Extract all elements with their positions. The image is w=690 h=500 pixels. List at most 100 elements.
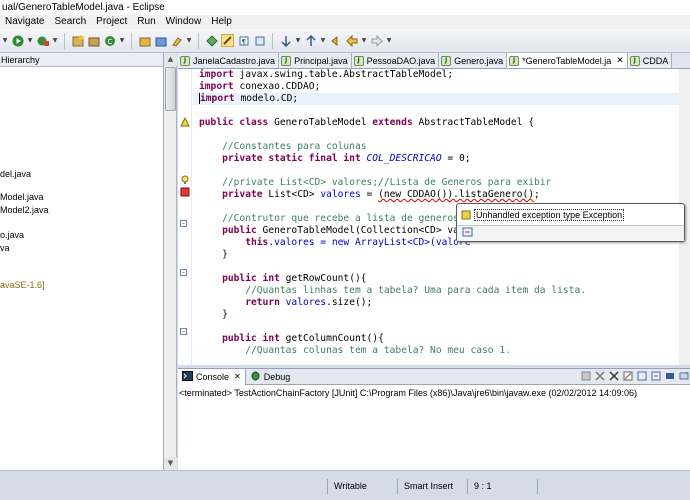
package-explorer-panel: Hierarchy del.java Model.java Model2.jav…: [0, 53, 164, 470]
display-console-icon[interactable]: [664, 370, 676, 382]
editor-gutter: – – –: [178, 69, 192, 365]
console-toolbar: [580, 370, 690, 382]
window-title: ual/GeneroTableModel.java - Eclipse: [0, 0, 690, 15]
fold-toggle-icon[interactable]: –: [180, 328, 187, 335]
menu-run[interactable]: Run: [132, 15, 160, 29]
run-icon[interactable]: [11, 34, 24, 47]
console-icon: [182, 370, 193, 383]
main-toolbar: ▼ ▼ ▼ C ▼ ▼ ¶ ▼ ▼ ▼ ▼: [0, 29, 690, 53]
tree-item[interactable]: o.java: [0, 230, 24, 240]
tab-pessoa-dao[interactable]: J PessoaDAO.java: [351, 53, 440, 68]
tab-console[interactable]: Console ✕: [178, 368, 246, 385]
new-class-icon[interactable]: C: [103, 34, 116, 47]
external-tools-dropdown-icon[interactable]: ▼: [52, 37, 58, 44]
scroll-lock-icon[interactable]: [636, 370, 648, 382]
tab-debug[interactable]: Debug: [246, 369, 295, 385]
tab-genero-table-model[interactable]: J *GeneroTableModel.ja ✕: [507, 53, 628, 68]
console-view: Console ✕ Debug <terminated> TestActionC…: [178, 368, 690, 470]
toolbar-separator: [64, 32, 65, 49]
quickfix-bulb-icon[interactable]: [180, 175, 190, 185]
left-vertical-scrollbar[interactable]: ▲ ▼: [164, 53, 177, 470]
java-file-icon: J: [629, 55, 640, 66]
toolbar-separator: [272, 32, 273, 49]
tab-cddao[interactable]: J CDDA: [627, 53, 673, 68]
next-annotation-icon[interactable]: [279, 34, 292, 47]
jre-library-item[interactable]: avaSE-1.6]: [0, 280, 45, 290]
search-dropdown-icon[interactable]: ▼: [186, 37, 192, 44]
status-bar: Writable Smart Insert 9 : 1: [0, 470, 690, 500]
insert-mode-status: Smart Insert: [397, 479, 467, 494]
status-empty-segment: [537, 479, 690, 494]
quick-fix-actions: [457, 225, 684, 241]
hierarchy-tab[interactable]: Hierarchy: [0, 53, 163, 67]
toolbar-separator: [131, 32, 132, 49]
show-whitespace-icon[interactable]: ¶: [237, 34, 250, 47]
next-annotation-dropdown-icon[interactable]: ▼: [295, 37, 301, 44]
menu-navigate[interactable]: Navigate: [0, 15, 49, 29]
editor-tab-bar: J JanelaCadastro.java J Principal.java J Pe…: [178, 53, 690, 69]
open-console-icon[interactable]: [678, 370, 690, 382]
previous-annotation-dropdown-icon[interactable]: ▼: [320, 37, 326, 44]
toggle-breadcrumb-icon[interactable]: [205, 34, 218, 47]
warning-icon[interactable]: [180, 116, 190, 127]
scroll-up-icon[interactable]: ▲: [164, 53, 177, 66]
dropdown-arrow-icon[interactable]: ▼: [2, 37, 8, 44]
quick-fix-message[interactable]: Unhandled exception type Exception: [461, 208, 625, 222]
error-icon: [461, 210, 471, 220]
previous-annotation-icon[interactable]: [304, 34, 317, 47]
quick-fix-icon[interactable]: [462, 227, 474, 241]
tree-item[interactable]: Model.java: [0, 192, 44, 202]
close-icon[interactable]: ✕: [616, 55, 624, 66]
writable-status: Writable: [327, 479, 397, 494]
quick-fix-popup: Unhandled exception type Exception: [456, 203, 685, 242]
menu-window[interactable]: Window: [161, 15, 207, 29]
tree-item[interactable]: va: [0, 243, 10, 253]
clear-console-icon[interactable]: [622, 370, 634, 382]
scroll-thumb[interactable]: [165, 67, 176, 111]
remove-all-launches-icon[interactable]: [608, 370, 620, 382]
pin-console-icon[interactable]: [650, 370, 662, 382]
open-type-icon[interactable]: [138, 34, 151, 47]
fold-toggle-icon[interactable]: –: [180, 269, 187, 276]
run-dropdown-icon[interactable]: ▼: [27, 37, 33, 44]
java-file-icon: J: [180, 55, 190, 66]
java-file-icon: J: [509, 55, 520, 66]
last-edit-location-icon[interactable]: [329, 34, 342, 47]
tree-item[interactable]: del.java: [0, 169, 31, 179]
java-file-icon: J: [441, 55, 452, 66]
back-dropdown-icon[interactable]: ▼: [361, 37, 367, 44]
new-java-project-icon[interactable]: [71, 34, 84, 47]
cursor-position-status: 9 : 1: [467, 479, 537, 494]
forward-dropdown-icon[interactable]: ▼: [386, 37, 392, 44]
new-class-dropdown-icon[interactable]: ▼: [119, 37, 125, 44]
menu-project[interactable]: Project: [91, 15, 132, 29]
menu-bar: Navigate Search Project Run Window Help: [0, 15, 690, 29]
tree-item[interactable]: Model2.java: [0, 205, 49, 215]
new-package-icon[interactable]: [87, 34, 100, 47]
svg-text:C: C: [107, 38, 112, 46]
toolbar-separator: [198, 32, 199, 49]
menu-help[interactable]: Help: [206, 15, 237, 29]
search-icon[interactable]: [170, 34, 183, 47]
tab-janela-cadastro[interactable]: J JanelaCadastro.java: [178, 53, 280, 68]
external-tools-icon[interactable]: [36, 34, 49, 47]
mark-occurrences-icon[interactable]: [221, 34, 234, 47]
fold-toggle-icon[interactable]: –: [180, 220, 187, 227]
svg-text:¶: ¶: [241, 38, 245, 46]
error-icon[interactable]: [180, 187, 190, 197]
forward-icon[interactable]: [370, 34, 383, 47]
debug-icon: [250, 371, 261, 383]
tab-principal[interactable]: J Principal.java: [279, 53, 352, 68]
close-icon[interactable]: ✕: [234, 372, 241, 381]
remove-launch-icon[interactable]: [594, 370, 606, 382]
terminate-icon[interactable]: [580, 370, 592, 382]
java-file-icon: J: [353, 55, 364, 66]
tab-genero[interactable]: J Genero.java: [439, 53, 508, 68]
back-icon[interactable]: [345, 34, 358, 47]
open-resource-icon[interactable]: [154, 34, 167, 47]
menu-search[interactable]: Search: [49, 15, 91, 29]
console-terminated-status: <terminated> TestActionChainFactory [JUn…: [179, 388, 638, 398]
scroll-down-icon[interactable]: ▼: [164, 457, 177, 470]
block-selection-icon[interactable]: [253, 34, 266, 47]
error-underline[interactable]: (new CDDAO()).listaGenero(): [378, 189, 534, 200]
